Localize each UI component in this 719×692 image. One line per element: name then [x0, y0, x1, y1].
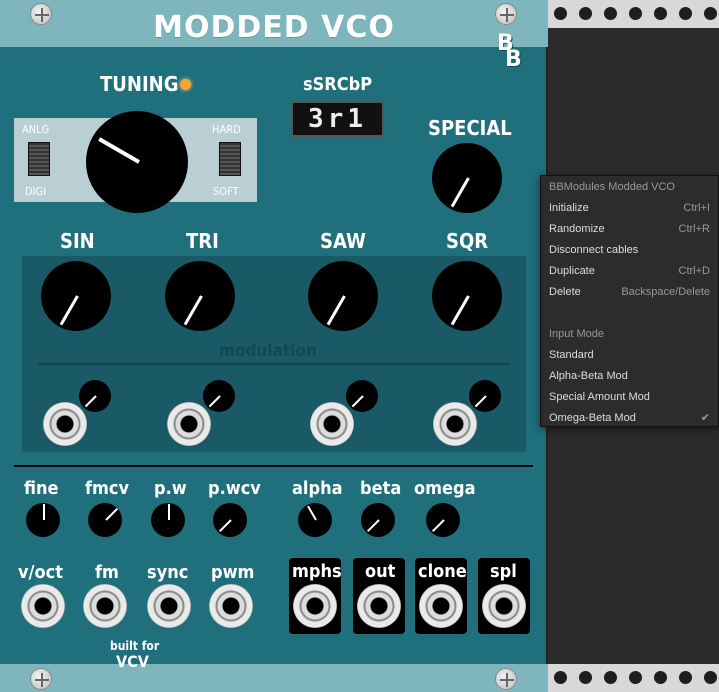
sin-mod-jack[interactable] [43, 402, 87, 446]
hard-soft-switch[interactable] [219, 142, 241, 176]
menu-item-special-amount-mod[interactable]: Special Amount Mod [549, 387, 710, 407]
alpha-label: alpha [292, 478, 343, 499]
tuning-label: TUNING [100, 72, 179, 96]
vcv-label: VCV [116, 652, 149, 671]
sqr-mod-knob[interactable] [469, 380, 501, 412]
special-label: SPECIAL [428, 116, 512, 140]
module-title: MODDED VCO [153, 10, 395, 45]
tri-mod-knob[interactable] [203, 380, 235, 412]
tri-label: TRI [186, 229, 219, 253]
panel-footer [0, 664, 548, 692]
tuning-led [180, 79, 191, 90]
rack-rail-bottom [548, 664, 719, 692]
built-for-label: built for [110, 639, 160, 653]
omega-knob[interactable] [426, 503, 460, 537]
sync-jack[interactable] [147, 584, 191, 628]
digi-label: DIGI [25, 185, 47, 198]
pwm-jack[interactable] [209, 584, 253, 628]
menu-item-disconnect-cables[interactable]: Disconnect cables [549, 240, 710, 260]
vco-module-panel: MODDED VCO BB TUNING ANLG DIGI HARD SOFT… [0, 0, 548, 692]
hard-label: HARD [212, 123, 241, 136]
beta-knob[interactable] [361, 503, 395, 537]
pwm-label: pwm [211, 562, 255, 583]
menu-header: BBModules Modded VCO [549, 181, 675, 193]
saw-mod-jack[interactable] [310, 402, 354, 446]
sqr-label: SQR [446, 229, 489, 253]
fine-knob[interactable] [26, 503, 60, 537]
brand-logo: BB [497, 31, 522, 72]
anlg-digi-switch[interactable] [28, 142, 50, 176]
fine-label: fine [24, 478, 59, 499]
screw-icon [495, 668, 517, 690]
modulation-label: modulation [219, 341, 317, 361]
voct-label: v/oct [18, 562, 63, 583]
menu-item-initialize[interactable]: Initialize Ctrl+I [549, 198, 710, 218]
pwcv-knob[interactable] [213, 503, 247, 537]
section-divider [14, 465, 533, 467]
menu-item-alpha-beta-mod[interactable]: Alpha-Beta Mod [549, 366, 710, 386]
mphs-label: mphs [292, 561, 342, 582]
fmcv-label: fmcv [85, 478, 130, 499]
spl-label: spl [490, 561, 517, 582]
screw-icon [30, 668, 52, 690]
sqr-mod-jack[interactable] [433, 402, 477, 446]
voct-jack[interactable] [21, 584, 65, 628]
saw-label: SAW [320, 229, 366, 253]
anlg-label: ANLG [22, 123, 50, 136]
menu-item-duplicate[interactable]: Duplicate Ctrl+D [549, 261, 710, 281]
mphs-jack[interactable] [293, 584, 337, 628]
special-knob[interactable] [432, 143, 502, 213]
clone-jack[interactable] [419, 584, 463, 628]
sqr-knob[interactable] [432, 261, 502, 331]
menu-item-omega-beta-mod[interactable]: Omega-Beta Mod ✔ [549, 408, 710, 428]
fm-label: fm [95, 562, 119, 583]
clone-label: clone [418, 561, 467, 582]
checkmark-icon: ✔ [700, 412, 710, 424]
mode-display: 3r1 [291, 101, 384, 137]
menu-item-randomize[interactable]: Randomize Ctrl+R [549, 219, 710, 239]
beta-label: beta [360, 478, 402, 499]
fmcv-knob[interactable] [88, 503, 122, 537]
saw-knob[interactable] [308, 261, 378, 331]
modulation-divider [38, 363, 510, 365]
menu-item-delete[interactable]: Delete Backspace/Delete [549, 282, 710, 302]
saw-mod-knob[interactable] [346, 380, 378, 412]
menu-section-input-mode: Input Mode [549, 328, 605, 340]
menu-item-standard[interactable]: Standard [549, 345, 710, 365]
sin-label: SIN [60, 229, 95, 253]
sin-knob[interactable] [41, 261, 111, 331]
spl-jack[interactable] [482, 584, 526, 628]
context-menu: BBModules Modded VCO Initialize Ctrl+I Ra… [540, 175, 719, 427]
display-label: sSRCbP [303, 74, 373, 95]
rack-rail-top [548, 0, 719, 28]
sync-label: sync [147, 562, 189, 583]
tri-knob[interactable] [165, 261, 235, 331]
tuning-knob[interactable] [86, 111, 188, 213]
pwcv-label: p.wcv [208, 478, 261, 499]
pw-knob[interactable] [151, 503, 185, 537]
fm-jack[interactable] [83, 584, 127, 628]
pw-label: p.w [154, 478, 187, 499]
alpha-knob[interactable] [298, 503, 332, 537]
omega-label: omega [414, 478, 476, 499]
sin-mod-knob[interactable] [79, 380, 111, 412]
soft-label: SOFT [213, 185, 239, 198]
tri-mod-jack[interactable] [167, 402, 211, 446]
out-label: out [365, 561, 396, 582]
out-jack[interactable] [357, 584, 401, 628]
